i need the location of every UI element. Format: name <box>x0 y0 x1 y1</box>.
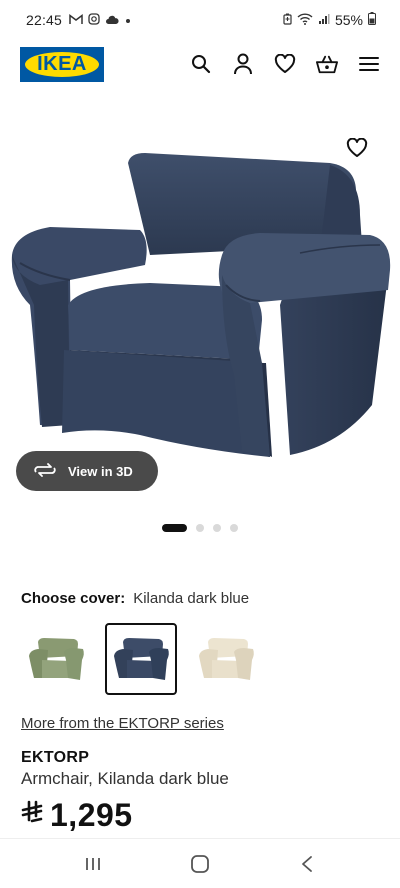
wishlist-icon[interactable] <box>274 53 296 75</box>
product-image[interactable] <box>0 105 400 505</box>
currency-icon <box>20 800 46 831</box>
account-icon[interactable] <box>232 53 254 75</box>
dot-icon <box>124 12 132 28</box>
view-in-3d-label: View in 3D <box>68 463 133 479</box>
add-to-wishlist-icon[interactable] <box>346 137 370 162</box>
battery-percent: 55% <box>334 12 363 28</box>
product-price: 1,295 <box>20 797 133 834</box>
choose-cover-value: Kilanda dark blue <box>133 590 250 607</box>
search-icon[interactable] <box>190 53 212 75</box>
product-description: Armchair, Kilanda dark blue <box>21 769 229 788</box>
battery-icon <box>368 12 376 28</box>
logo-text: IKEA <box>37 52 87 75</box>
series-link[interactable]: More from the EKTORP series <box>21 715 224 732</box>
back-icon[interactable] <box>292 849 322 879</box>
instagram-icon <box>88 12 100 28</box>
cover-swatch-dark-blue[interactable] <box>105 623 177 695</box>
cover-swatches <box>20 623 262 695</box>
gallery-pagination <box>162 524 238 532</box>
ikea-logo[interactable]: IKEA <box>20 46 104 82</box>
status-bar: 22:45 55% <box>0 0 400 40</box>
choose-cover-label: Choose cover: <box>21 590 126 607</box>
app-header: IKEA <box>0 40 400 88</box>
product-name: EKTORP <box>21 749 90 766</box>
view-in-3d-button[interactable]: View in 3D <box>16 451 158 491</box>
gmail-icon <box>69 12 83 28</box>
home-icon[interactable] <box>185 849 215 879</box>
gallery-dot-2[interactable] <box>196 524 204 532</box>
cover-swatch-green[interactable] <box>20 623 92 695</box>
gallery-dot-3[interactable] <box>213 524 221 532</box>
rotate-3d-icon <box>34 462 56 480</box>
cloud-icon <box>105 12 119 28</box>
menu-icon[interactable] <box>358 53 380 75</box>
basket-icon[interactable] <box>316 53 338 75</box>
price-amount: 1,295 <box>50 797 133 833</box>
gallery-dot-1[interactable] <box>162 524 187 532</box>
system-nav-bar <box>0 838 400 888</box>
status-time: 22:45 <box>26 12 63 28</box>
wifi-icon <box>297 12 313 28</box>
cover-swatch-beige[interactable] <box>190 623 262 695</box>
recent-apps-icon[interactable] <box>78 849 108 879</box>
signal-icon <box>318 12 330 28</box>
battery-saver-icon <box>283 12 292 28</box>
gallery-dot-4[interactable] <box>230 524 238 532</box>
choose-cover: Choose cover: Kilanda dark blue <box>21 590 249 607</box>
